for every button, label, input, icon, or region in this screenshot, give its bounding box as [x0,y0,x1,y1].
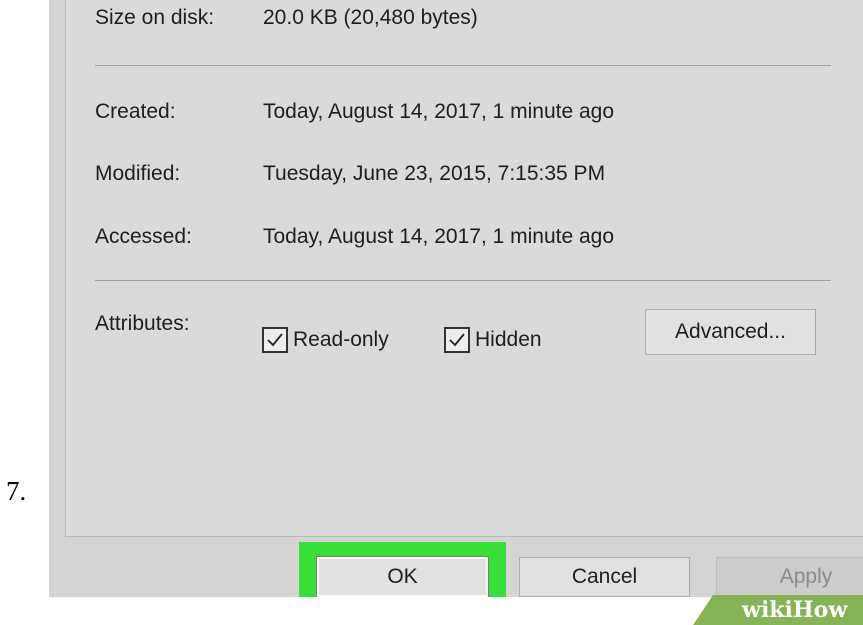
advanced-button[interactable]: Advanced... [645,309,816,355]
hidden-checkbox[interactable]: Hidden [444,325,542,355]
apply-button[interactable]: Apply [716,557,863,597]
cancel-button[interactable]: Cancel [519,557,690,597]
accessed-value: Today, August 14, 2017, 1 minute ago [263,225,615,248]
properties-dialog-screenshot: Size on disk: 20.0 KB (20,480 bytes) Cre… [49,0,863,597]
divider [95,280,831,281]
ok-button[interactable]: OK [316,556,489,597]
wikihow-logo: wikiHow [742,597,848,623]
step-number: 7. [6,476,27,506]
size-on-disk-value: 20.0 KB (20,480 bytes) [263,6,478,29]
modified-value: Tuesday, June 23, 2015, 7:15:35 PM [263,162,606,185]
read-only-label: Read-only [293,328,389,351]
attributes-label: Attributes: [95,312,190,335]
accessed-label: Accessed: [95,225,192,248]
checkbox-box [444,327,470,353]
size-on-disk-label: Size on disk: [95,6,215,29]
checkmark-icon [267,333,283,347]
hidden-label: Hidden [475,328,542,351]
checkbox-box [262,327,288,353]
created-label: Created: [95,100,176,123]
details-panel [65,0,863,537]
read-only-checkbox[interactable]: Read-only [262,325,389,355]
checkmark-icon [449,333,465,347]
divider [95,65,831,66]
modified-label: Modified: [95,162,181,185]
created-value: Today, August 14, 2017, 1 minute ago [263,100,615,123]
